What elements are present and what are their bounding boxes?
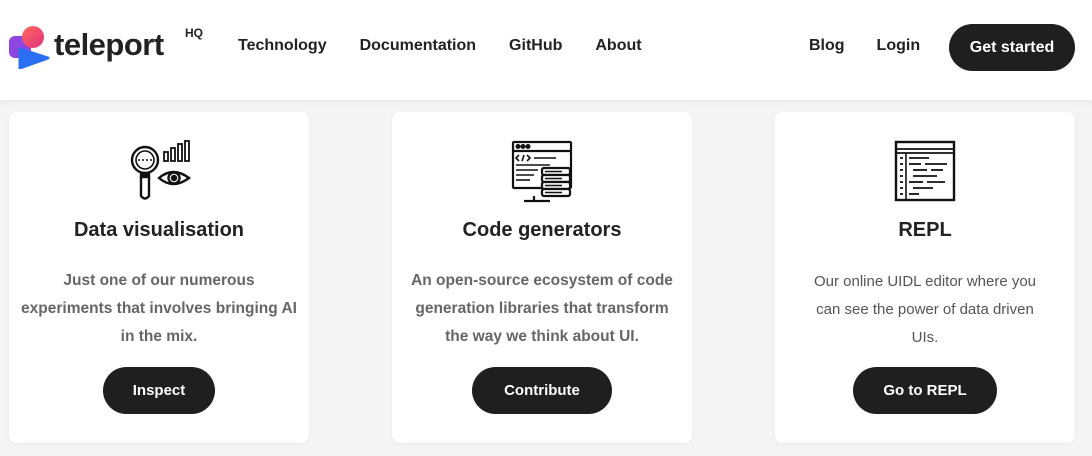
card-description: Our online UIDL editor where you can see… (813, 273, 1037, 346)
get-started-button[interactable]: Get started (949, 24, 1075, 71)
card-title: REPL (898, 219, 952, 241)
card-title: Code generators (462, 219, 622, 241)
card-description: An open-source ecosystem of code generat… (411, 272, 673, 345)
nav-blog[interactable]: Blog (809, 35, 845, 57)
card-description: Just one of our numerous experiments tha… (21, 272, 297, 345)
code-editor-icon (893, 140, 957, 204)
teleporthq-logo[interactable]: teleport HQ (8, 22, 218, 70)
logo-hq-label: HQ (185, 26, 203, 40)
go-to-repl-button[interactable]: Go to REPL (853, 367, 997, 414)
logo-wordmark: teleport (54, 27, 164, 62)
card-data-visualisation: Data visualisation Just one of our numer… (9, 112, 309, 443)
contribute-button[interactable]: Contribute (472, 367, 612, 414)
card-code-generators: Code generators An open-source ecosystem… (392, 112, 692, 443)
secondary-nav: Blog Login (809, 35, 952, 57)
inspect-button[interactable]: Inspect (103, 367, 215, 414)
top-header: teleport HQ Technology Documentation Git… (0, 0, 1092, 100)
card-repl: REPL Our online UIDL editor where you ca… (775, 112, 1075, 443)
magnifier-eye-chart-icon (127, 140, 192, 204)
teleporthq-logo-mark-icon (8, 23, 52, 70)
nav-technology[interactable]: Technology (238, 35, 327, 57)
main-nav: Technology Documentation GitHub About (238, 35, 675, 57)
nav-documentation[interactable]: Documentation (360, 35, 476, 57)
card-title: Data visualisation (73, 219, 245, 241)
nav-login[interactable]: Login (877, 35, 921, 57)
code-window-database-icon (510, 140, 574, 204)
nav-about[interactable]: About (595, 35, 641, 57)
nav-github[interactable]: GitHub (509, 35, 562, 57)
